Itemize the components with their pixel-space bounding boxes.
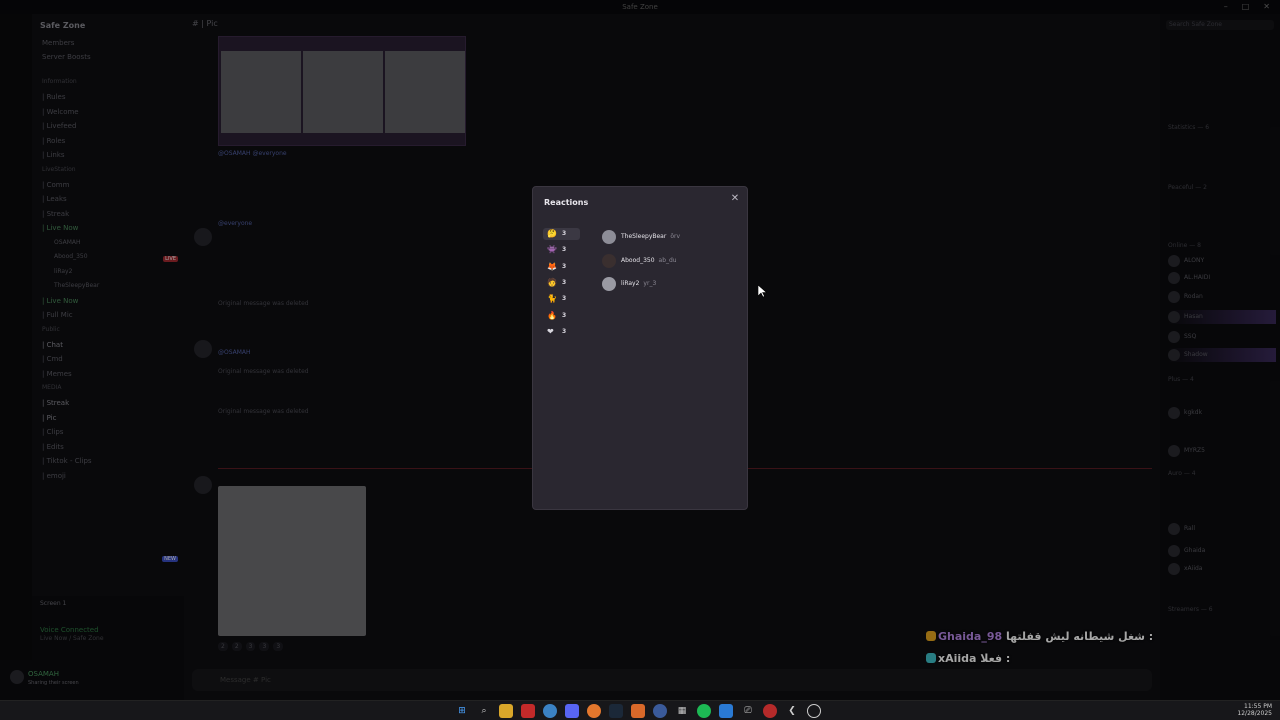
user-display-name: Abood_350 <box>621 256 655 264</box>
user-handle: yr_3 <box>643 280 657 287</box>
reaction-emoji-icon: 🐈 <box>547 294 557 304</box>
clock-time: 11:55 PM <box>1244 703 1272 710</box>
app-icon[interactable] <box>763 704 777 718</box>
avatar <box>602 230 616 244</box>
firefox-icon[interactable] <box>587 704 601 718</box>
taskbar: ⊞ ⌕ ▦ ⎚ ❮ 11:55 PM 12/28/2025 <box>0 700 1280 720</box>
reaction-tab[interactable]: 🔥 3 <box>543 310 580 322</box>
reaction-count: 3 <box>562 262 567 270</box>
reaction-user-row[interactable]: Abood_350 ab_du <box>602 253 742 269</box>
reaction-tab[interactable]: 👾 3 <box>543 244 580 256</box>
reaction-emoji-icon: ❤ <box>547 326 554 336</box>
reaction-tab[interactable]: 🤔 3 <box>543 228 580 240</box>
reaction-count: 3 <box>562 295 567 303</box>
user-handle: ab_du <box>658 256 677 264</box>
user-display-name: liRay2 <box>621 280 640 287</box>
app-icon[interactable] <box>653 704 667 718</box>
reaction-count: 3 <box>562 327 567 335</box>
app-icon[interactable] <box>807 704 821 718</box>
search-icon[interactable]: ⌕ <box>477 704 491 718</box>
discord-icon[interactable] <box>565 704 579 718</box>
reaction-emoji-icon: 👾 <box>547 245 557 255</box>
reaction-emoji-icon: 🧑 <box>547 277 557 287</box>
user-display-name: TheSleepyBear <box>621 233 667 240</box>
steam-icon[interactable] <box>609 704 623 718</box>
reaction-emoji-icon: 🦊 <box>547 261 557 271</box>
app-icon[interactable]: ⎚ <box>741 704 755 718</box>
folder-icon[interactable] <box>499 704 513 718</box>
reaction-tab[interactable]: 🦊 3 <box>543 261 580 273</box>
avatar <box>602 253 616 268</box>
reaction-tab[interactable]: 🧑 3 <box>543 277 580 289</box>
chrome-icon[interactable] <box>543 704 557 718</box>
system-clock[interactable]: 11:55 PM 12/28/2025 <box>1237 703 1272 717</box>
discord-app: Safe Zone – □ ✕ Safe Zone Members Server… <box>0 0 1280 720</box>
app-icon[interactable] <box>631 704 645 718</box>
reaction-user: TheSleepyBear ōrv <box>621 233 680 240</box>
reaction-user-row[interactable]: TheSleepyBear ōrv <box>602 229 742 245</box>
reactions-modal: Reactions ✕ 🤔 3 👾 3 🦊 3 🧑 3 🐈 3 🔥 3 ❤ 3 TheSleepyBear… <box>532 186 748 510</box>
reaction-tab[interactable]: ❤ 3 <box>543 326 580 338</box>
avatar <box>602 277 616 291</box>
reaction-count: 3 <box>562 246 567 254</box>
reaction-count: 3 <box>562 311 567 319</box>
reaction-count: 3 <box>562 230 567 237</box>
media-icon[interactable] <box>521 704 535 718</box>
spotify-icon[interactable] <box>697 704 711 718</box>
modal-title: Reactions <box>544 198 589 207</box>
app-icon[interactable]: ▦ <box>675 704 689 718</box>
app-icon[interactable] <box>719 704 733 718</box>
reaction-tab[interactable]: 🐈 3 <box>543 293 580 305</box>
reaction-emoji-icon: 🤔 <box>547 229 557 238</box>
start-icon[interactable]: ⊞ <box>455 704 469 718</box>
app-icon[interactable]: ❮ <box>785 704 799 718</box>
user-handle: ōrv <box>670 233 681 240</box>
reaction-emoji-icon: 🔥 <box>547 310 557 320</box>
close-icon[interactable]: ✕ <box>730 194 740 204</box>
reaction-user: liRay2 yr_3 <box>621 280 656 287</box>
reaction-user-row[interactable]: liRay2 yr_3 <box>602 276 742 292</box>
clock-date: 12/28/2025 <box>1237 710 1272 717</box>
reaction-count: 3 <box>562 278 567 286</box>
reaction-user: Abood_350 ab_du <box>621 257 677 264</box>
